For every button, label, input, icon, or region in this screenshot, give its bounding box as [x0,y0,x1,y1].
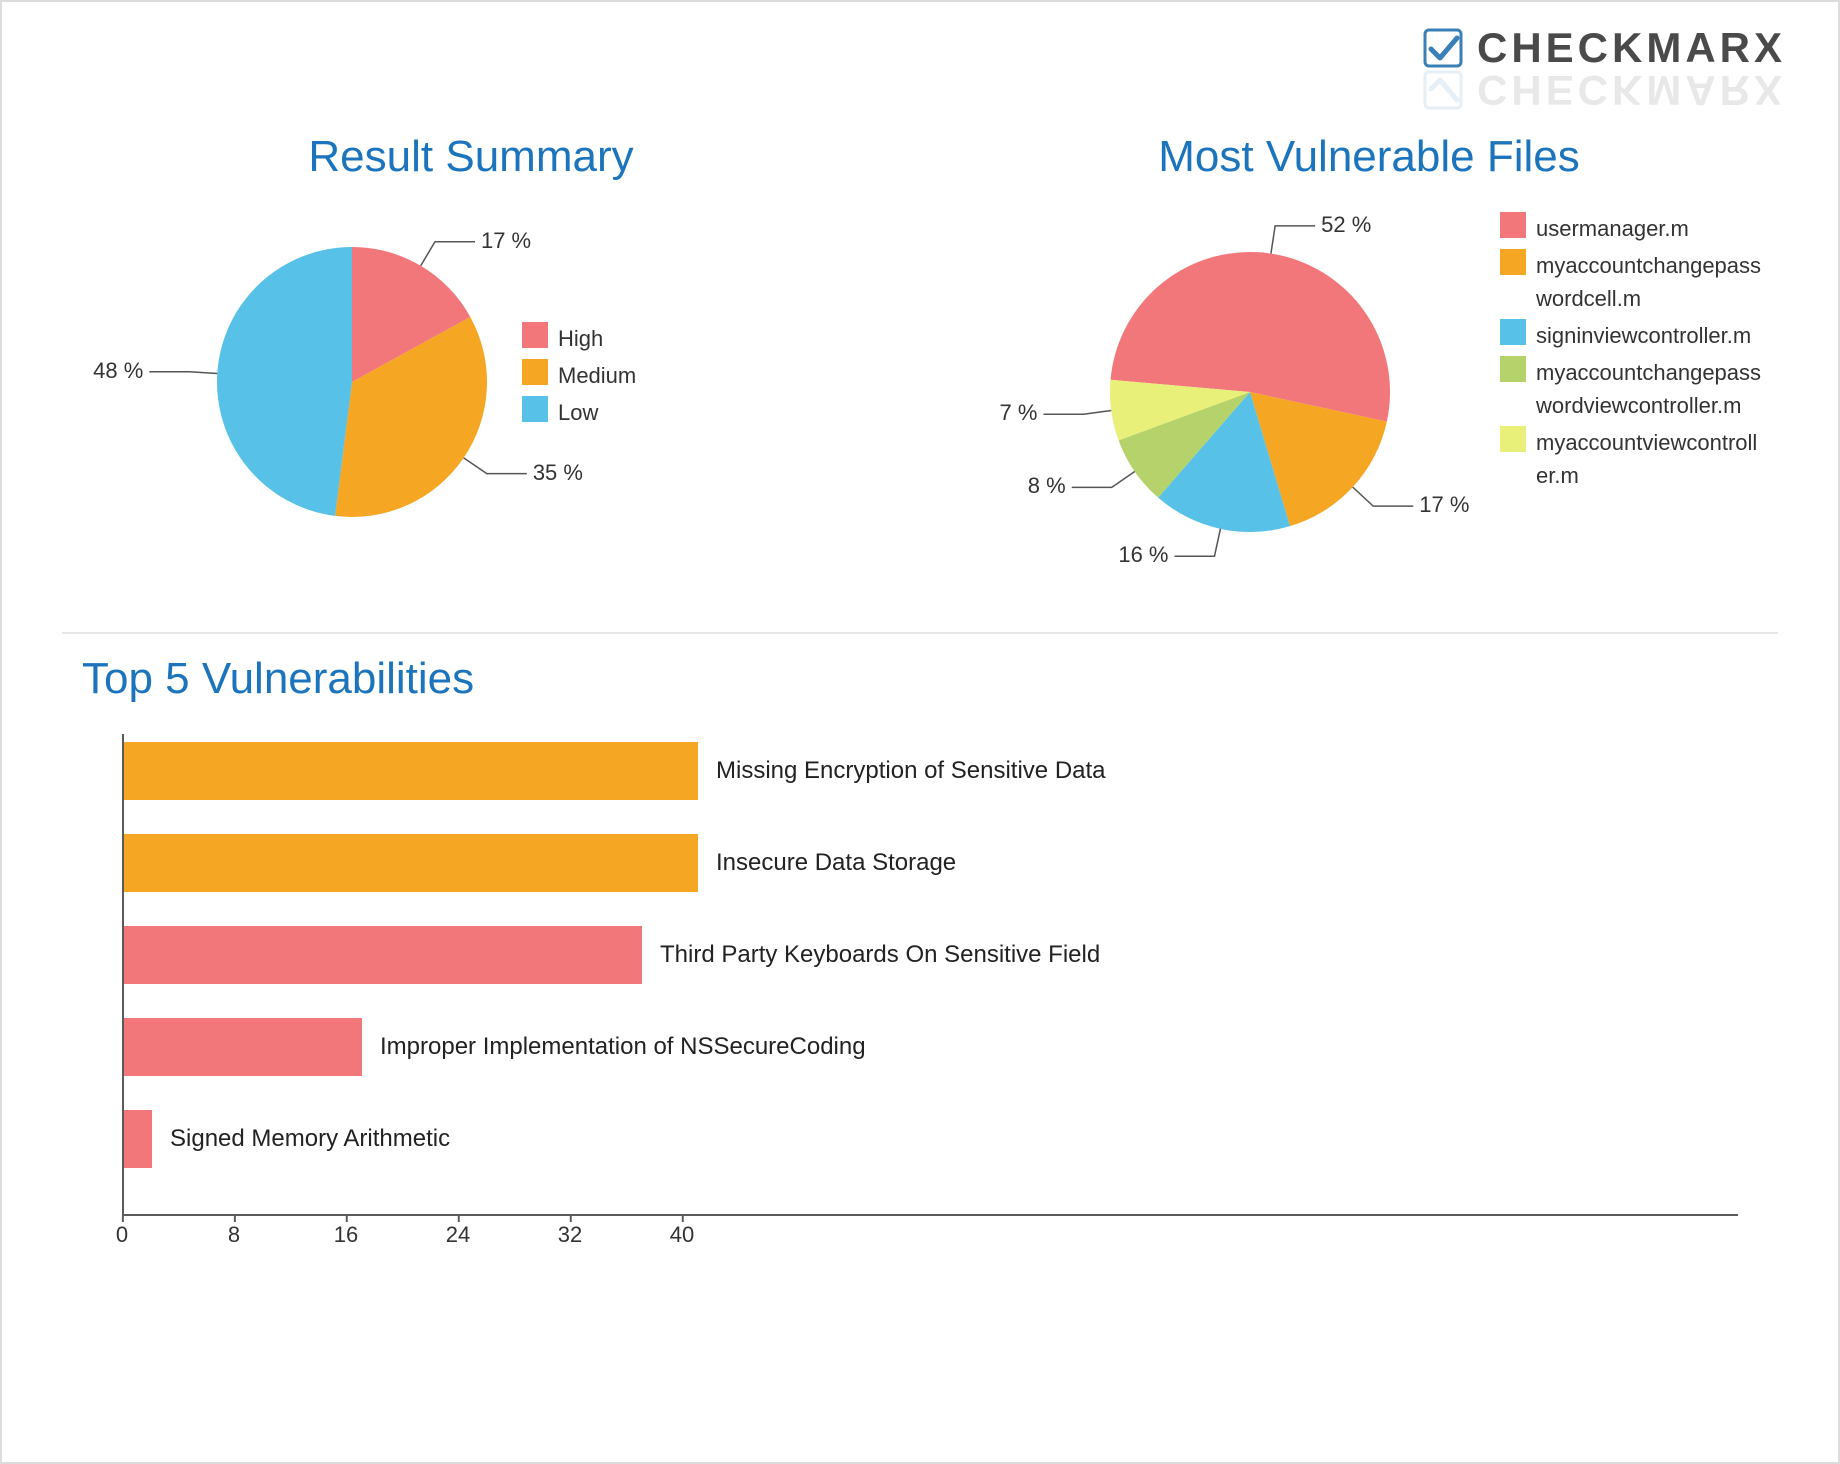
bar-label: Missing Encryption of Sensitive Data [716,757,1106,785]
leader-line [1043,411,1111,415]
legend-swatch [1500,319,1526,345]
leader-line [421,242,475,266]
legend-swatch [522,396,548,422]
leader-line [149,372,217,374]
legend-swatch [1500,212,1526,238]
bar-rect [124,742,698,800]
bar-row: Missing Encryption of Sensitive Data [124,734,1738,808]
top5-title: Top 5 Vulnerabilities [82,654,1778,704]
bar-label: Third Party Keyboards On Sensitive Field [660,941,1100,969]
leader-line [1353,487,1414,506]
bar-label: Insecure Data Storage [716,849,956,877]
leader-line [1271,226,1315,254]
bar-rect [124,1018,362,1076]
result-summary-title: Result Summary [42,132,900,182]
checkmark-icon [1423,70,1463,110]
axis-tick: 8 [228,1222,240,1248]
section-divider [62,632,1778,634]
pie-charts-row: Result Summary 17 %35 %48 %HighMediumLow… [42,132,1798,602]
legend-swatch [522,359,548,385]
brand-name-reflection: CHECKMARX [1477,66,1786,114]
vulnerable-files-chart: 52 %17 %16 %8 %7 %usermanager.mmyaccount… [940,182,1798,602]
axis-tick: 24 [446,1222,470,1248]
bar-rect [124,926,642,984]
bar-row: Improper Implementation of NSSecureCodin… [124,1010,1738,1084]
axis-tick: 0 [116,1222,128,1248]
leader-line [1072,471,1135,487]
vulnerable-files-title: Most Vulnerable Files [940,132,1798,182]
legend-swatch [1500,356,1526,382]
legend-swatch [1500,426,1526,452]
legend-label: signinviewcontroller.m [1536,319,1751,352]
bar-rect [124,834,698,892]
result-summary-panel: Result Summary 17 %35 %48 %HighMediumLow [42,132,900,602]
legend-label: Low [558,396,598,429]
legend-label: Medium [558,359,636,392]
legend-item: myaccountchangepasswordviewcontroller.m [1500,356,1766,422]
result-summary-chart: 17 %35 %48 %HighMediumLow [42,182,900,602]
legend-label: myaccountviewcontroller.m [1536,426,1766,492]
bar-rect [124,1110,152,1168]
axis-tick: 16 [334,1222,358,1248]
leader-line [1174,529,1220,556]
legend-label: usermanager.m [1536,212,1689,245]
axis-tick: 40 [670,1222,694,1248]
pie-legend: High Medium Low [522,322,636,433]
legend-label: High [558,322,603,355]
top5-x-axis: 0816243240 [122,1216,1738,1256]
legend-swatch [522,322,548,348]
pie-legend: usermanager.m myaccountchangepasswordcell… [1500,212,1766,496]
bar-label: Signed Memory Arithmetic [170,1125,450,1153]
axis-tick: 32 [558,1222,582,1248]
bar-label: Improper Implementation of NSSecureCodin… [380,1033,866,1061]
brand-name: CHECKMARX [1477,24,1786,72]
legend-item: myaccountviewcontroller.m [1500,426,1766,492]
bar-row: Third Party Keyboards On Sensitive Field [124,918,1738,992]
leader-line [464,458,527,474]
bar-row: Signed Memory Arithmetic [124,1102,1738,1176]
legend-item: myaccountchangepasswordcell.m [1500,249,1766,315]
checkmark-icon [1423,28,1463,68]
legend-swatch [1500,249,1526,275]
legend-item: Medium [522,359,636,392]
vulnerable-files-panel: Most Vulnerable Files 52 %17 %16 %8 %7 %… [940,132,1798,602]
report-page: CHECKMARX CHECKMARX Result Summary 17 %3… [0,0,1840,1464]
top5-bar-chart: Missing Encryption of Sensitive Data Inse… [122,734,1738,1216]
legend-item: Low [522,396,636,429]
top5-panel: Top 5 Vulnerabilities Missing Encryption… [42,654,1798,1256]
legend-item: High [522,322,636,355]
pie-svg [970,202,1490,622]
legend-item: signinviewcontroller.m [1500,319,1766,352]
pie-slice [217,247,352,516]
legend-label: myaccountchangepasswordcell.m [1536,249,1766,315]
legend-item: usermanager.m [1500,212,1766,245]
legend-label: myaccountchangepasswordviewcontroller.m [1536,356,1766,422]
bar-row: Insecure Data Storage [124,826,1738,900]
brand-logo: CHECKMARX CHECKMARX [1423,24,1786,114]
